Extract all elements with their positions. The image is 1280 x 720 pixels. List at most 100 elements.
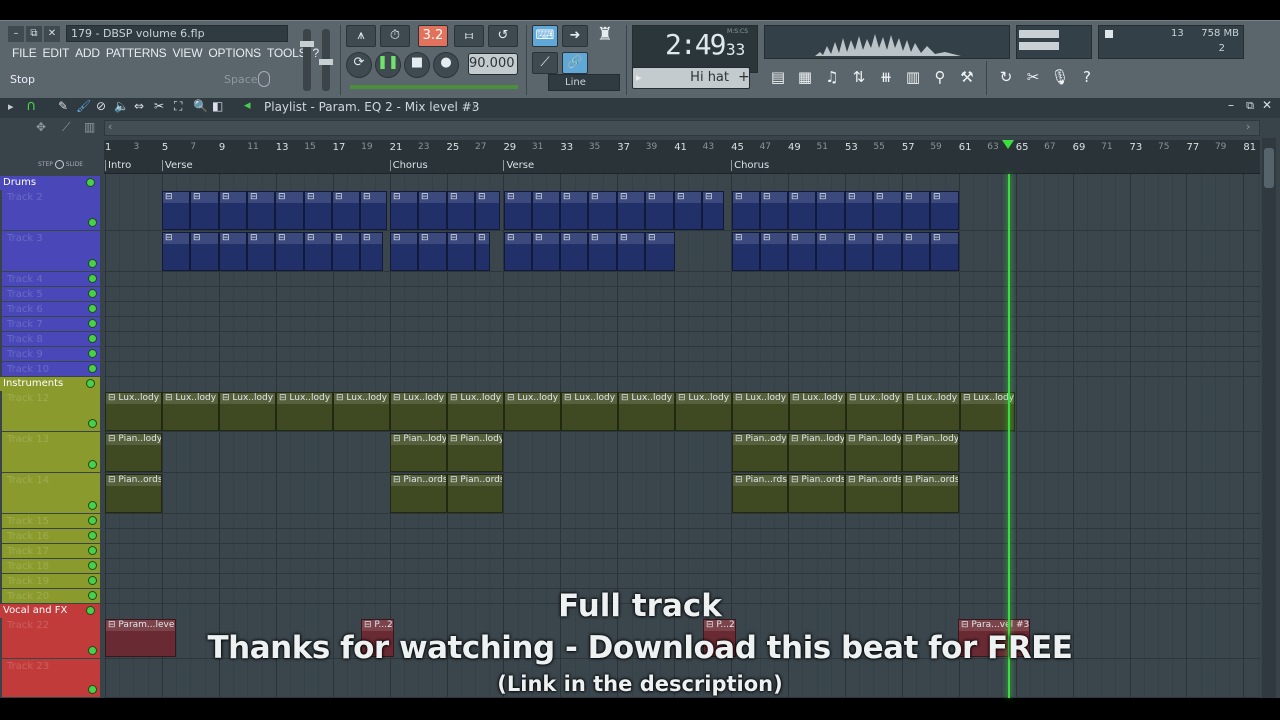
- tempo-display[interactable]: 90.000: [468, 53, 518, 75]
- section-marker[interactable]: Intro: [105, 160, 131, 171]
- drum-clip[interactable]: ⊟: [760, 232, 788, 271]
- drum-clip[interactable]: ⊟: [732, 232, 760, 271]
- drum-clip[interactable]: ⊟: [930, 232, 959, 271]
- melody-clip[interactable]: ⊟ Lux..lody: [504, 392, 561, 431]
- overview-right-arrow[interactable]: ›: [1246, 120, 1250, 133]
- piano-chords-clip[interactable]: ⊟ Pian...rds: [732, 474, 788, 513]
- drum-clip[interactable]: ⊟: [275, 191, 304, 230]
- magnet-icon[interactable]: ∩: [26, 98, 36, 114]
- melody-clip[interactable]: ⊟ Lux..lody: [333, 392, 390, 431]
- track-mute-led[interactable]: [88, 460, 97, 469]
- draw-tool-button[interactable]: ⟋: [532, 52, 558, 74]
- tools-icon[interactable]: ⚒: [955, 65, 979, 89]
- melody-clip[interactable]: ⊟ Lux..lody: [390, 392, 447, 431]
- snap-select[interactable]: Line: [548, 74, 620, 91]
- track-mute-led[interactable]: [88, 561, 97, 570]
- help-icon[interactable]: ?: [1075, 65, 1099, 89]
- drum-clip[interactable]: ⊟: [560, 191, 588, 230]
- group-header[interactable]: Drums: [0, 176, 100, 190]
- timeline-ruler[interactable]: 1 3 5 7 9 11 13 15 17 19 21 23 25 27 29 31 33 35 37 39 41 43 4…: [104, 140, 1260, 174]
- drum-clip[interactable]: ⊟: [504, 232, 532, 271]
- drum-clip[interactable]: ⊟: [390, 232, 418, 271]
- drum-clip[interactable]: ⊟: [732, 191, 760, 230]
- section-marker[interactable]: Chorus: [389, 160, 428, 171]
- channel-prev-icon[interactable]: ▸: [636, 71, 642, 84]
- drum-clip[interactable]: ⊟: [617, 232, 645, 271]
- overview-left-arrow[interactable]: ‹: [108, 120, 112, 133]
- recording-icon[interactable]: 🎙: [1048, 65, 1072, 89]
- drum-clip[interactable]: ⊟: [304, 232, 332, 271]
- loop-toggle-button[interactable]: ⟳: [346, 52, 372, 78]
- step-slide-toggle[interactable]: STEP SLIDE: [38, 160, 102, 172]
- slice-tool-icon[interactable]: ✂: [154, 99, 164, 113]
- playhead-marker[interactable]: [1002, 140, 1014, 149]
- piano-clip[interactable]: ⊟ Pian..ody: [732, 433, 788, 472]
- drum-clip[interactable]: ⊟: [475, 232, 490, 271]
- drum-clip[interactable]: ⊟: [588, 191, 617, 230]
- metronome-icon[interactable]: ♜: [592, 25, 618, 47]
- track-header[interactable]: Track 19: [2, 574, 100, 588]
- track-mute-led[interactable]: [88, 531, 97, 540]
- drum-clip[interactable]: ⊟: [418, 232, 447, 271]
- track-header[interactable]: Track 9: [2, 347, 100, 361]
- drum-clip[interactable]: ⊟: [162, 232, 190, 271]
- drum-clip[interactable]: ⊟: [930, 191, 959, 230]
- track-mute-led[interactable]: [88, 274, 97, 283]
- overview-strip[interactable]: [104, 120, 1260, 136]
- paint-tool-icon[interactable]: 🖌: [76, 99, 91, 113]
- melody-clip[interactable]: ⊟ Lux..lody: [732, 392, 789, 431]
- track-mute-led[interactable]: [88, 501, 97, 510]
- track-header[interactable]: Track 5: [2, 287, 100, 301]
- menu-options[interactable]: OPTIONS: [208, 46, 261, 60]
- track-header[interactable]: Track 6: [2, 302, 100, 316]
- select-tool-icon[interactable]: ⛶: [174, 99, 182, 114]
- section-marker[interactable]: Verse: [503, 160, 534, 171]
- restore-button[interactable]: ⧉: [26, 26, 42, 42]
- melody-clip[interactable]: ⊟ Lux..lody: [675, 392, 732, 431]
- drum-clip[interactable]: ⊟: [162, 191, 190, 230]
- piano-clip[interactable]: ⊟ Pian..lody: [845, 433, 902, 472]
- piano-chords-clip[interactable]: ⊟ Pian..ords: [390, 474, 447, 513]
- piano-chords-clip[interactable]: ⊟ Pian..ords: [845, 474, 902, 513]
- track-header[interactable]: Track 7: [2, 317, 100, 331]
- track-header[interactable]: Track 4: [2, 272, 100, 286]
- track-header[interactable]: Track 3: [2, 231, 100, 271]
- track-header[interactable]: Track 15: [2, 514, 100, 528]
- drum-clip[interactable]: ⊟: [190, 191, 219, 230]
- track-header[interactable]: Track 13: [2, 432, 100, 472]
- drum-clip[interactable]: ⊟: [447, 232, 475, 271]
- drum-clip[interactable]: ⊟: [504, 191, 532, 230]
- drum-clip[interactable]: ⊟: [588, 232, 617, 271]
- track-mute-led[interactable]: [88, 516, 97, 525]
- drum-clip[interactable]: ⊟: [219, 191, 247, 230]
- record-button[interactable]: ●: [433, 52, 459, 78]
- slip-tool-icon[interactable]: ⇔: [134, 99, 144, 113]
- menu-edit[interactable]: EDIT: [43, 46, 70, 60]
- delete-tool-icon[interactable]: ⊘: [96, 99, 106, 113]
- track-header[interactable]: Track 14: [2, 473, 100, 513]
- drum-clip[interactable]: ⊟: [447, 191, 475, 230]
- group-mute-led[interactable]: [86, 178, 95, 187]
- drum-clip[interactable]: ⊟: [645, 232, 675, 271]
- curve-icon[interactable]: ⟋: [62, 120, 70, 135]
- drum-clip[interactable]: ⊟: [532, 191, 560, 230]
- loop-record-button[interactable]: ↺: [488, 25, 518, 47]
- drum-clip[interactable]: ⊟: [816, 232, 845, 271]
- piano-chords-clip[interactable]: ⊟ Pian..ords: [902, 474, 959, 513]
- track-mute-led[interactable]: [88, 364, 97, 373]
- melody-clip[interactable]: ⊟ Lux..lody: [276, 392, 333, 431]
- menu-help[interactable]: ?: [312, 46, 319, 60]
- track-mute-led[interactable]: [88, 419, 97, 428]
- drum-clip[interactable]: ⊟: [360, 191, 387, 230]
- typing-keyboard-button[interactable]: ⌨: [532, 25, 558, 47]
- mixer-icon[interactable]: ⧻: [874, 65, 898, 89]
- drum-clip[interactable]: ⊟: [845, 232, 873, 271]
- melody-clip[interactable]: ⊟ Lux..lody: [447, 392, 504, 431]
- drum-clip[interactable]: ⊟: [788, 232, 816, 271]
- group-header[interactable]: Instruments: [0, 377, 100, 391]
- pause-button[interactable]: ❚❚: [375, 52, 401, 78]
- drum-clip[interactable]: ⊟: [360, 232, 383, 271]
- drum-clip[interactable]: ⊟: [532, 232, 560, 271]
- stop-button[interactable]: ■: [404, 52, 430, 78]
- track-mute-led[interactable]: [88, 304, 97, 313]
